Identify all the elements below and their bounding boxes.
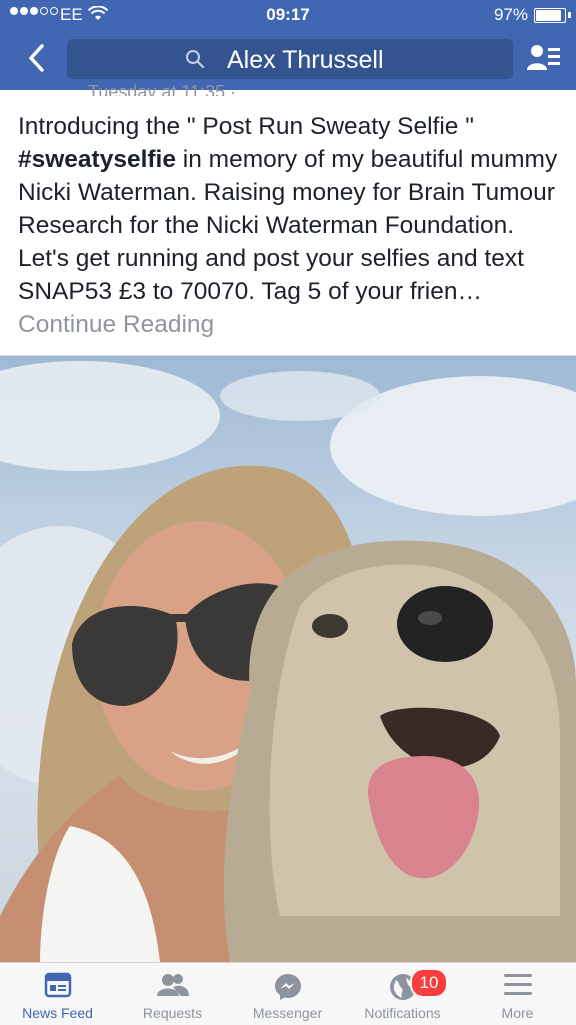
tab-label: Requests (142, 1005, 203, 1021)
friends-list-button[interactable] (526, 42, 562, 76)
status-bar: EE 09:17 97% (0, 0, 576, 30)
battery-percent: 97% (493, 5, 528, 24)
tab-label: Notifications (364, 1005, 441, 1021)
tab-more[interactable]: More (460, 963, 575, 1025)
search-icon (185, 49, 205, 74)
menu-icon (503, 974, 532, 995)
news-feed-icon (44, 972, 71, 998)
bottom-tab-bar: News Feed Requests Messenger Notificatio… (0, 962, 576, 1025)
search-input[interactable]: Alex Thrussell (67, 39, 513, 79)
post-timestamp: Tuesday at 11:35 · (88, 82, 237, 96)
tab-messenger[interactable]: Messenger (230, 963, 345, 1025)
battery-icon (534, 8, 566, 23)
back-button[interactable] (18, 38, 54, 78)
requests-icon (156, 974, 189, 996)
post-text: Introducing the " Post Run Sweaty Selfie… (18, 110, 564, 341)
status-time: 09:17 (266, 5, 310, 24)
chevron-left-icon (29, 44, 44, 72)
tab-news-feed[interactable]: News Feed (0, 963, 115, 1025)
tab-requests[interactable]: Requests (115, 963, 230, 1025)
tab-label: More (501, 1005, 534, 1021)
friends-list-icon (527, 45, 560, 70)
post-photo[interactable] (0, 356, 576, 962)
continue-reading-link[interactable]: Continue Reading (18, 311, 214, 338)
tab-label: Messenger (252, 1005, 323, 1021)
tab-label: News Feed (22, 1005, 93, 1021)
notification-badge: 10 (410, 968, 448, 998)
app-header: EE 09:17 97% Alex Thrussell (0, 0, 576, 90)
search-query: Alex Thrussell (227, 46, 384, 74)
post-content: Tuesday at 11:35 · Introducing the " Pos… (0, 82, 576, 356)
post-text-lead: Introducing the " Post Run Sweaty Selfie… (18, 113, 474, 140)
messenger-icon (274, 974, 301, 1000)
hashtag-link[interactable]: #sweatyselfie (18, 146, 176, 173)
